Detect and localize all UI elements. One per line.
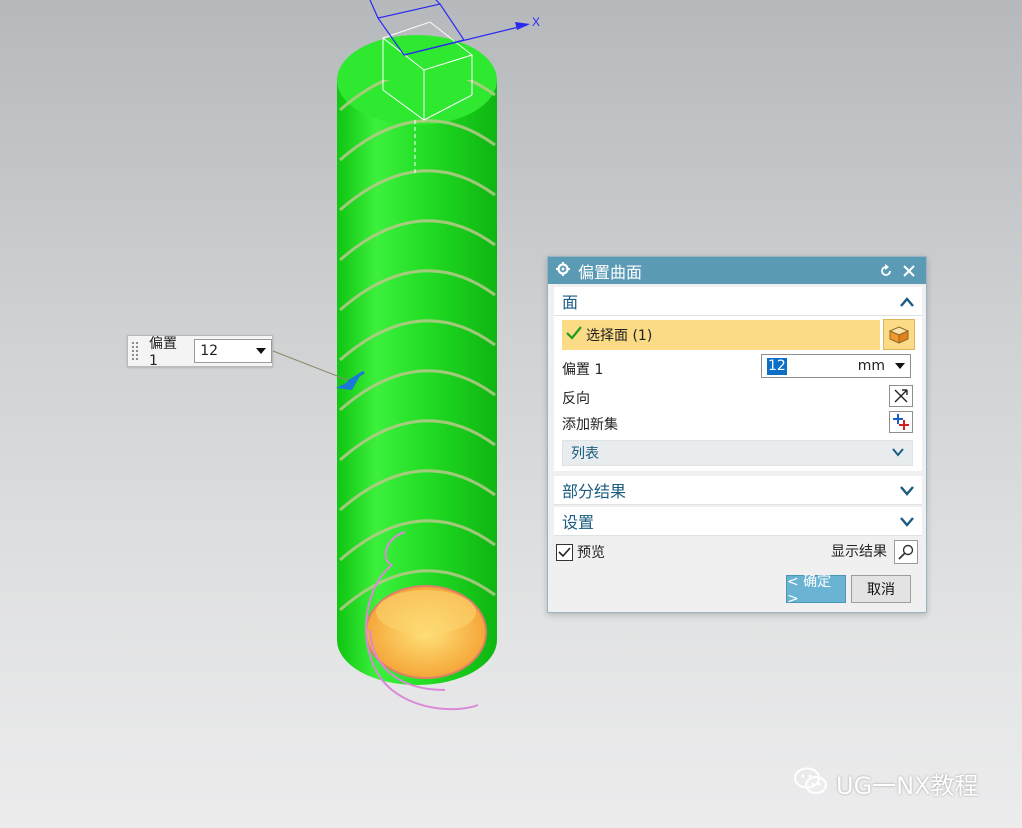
svg-text:X: X xyxy=(532,15,540,29)
preview-row: 预览 显示结果 xyxy=(556,540,918,564)
select-face-label: 选择面 (1) xyxy=(586,328,653,344)
dialog-title: 偏置曲面 xyxy=(578,262,643,282)
watermark-text: UG一NX教程 xyxy=(836,772,979,800)
reverse-direction-icon xyxy=(894,389,908,403)
select-face-row[interactable]: 选择面 (1) xyxy=(562,320,880,350)
list-label: 列表 xyxy=(571,446,599,462)
show-result-button[interactable] xyxy=(894,540,918,564)
offset-1-unit: mm xyxy=(857,358,885,374)
close-icon[interactable] xyxy=(900,262,918,280)
offset-1-label: 偏置 1 xyxy=(562,362,604,378)
section-face-title: 面 xyxy=(562,293,579,312)
add-new-set-button[interactable] xyxy=(889,411,913,433)
offset-surface-dialog: 偏置曲面 面 选择面 (1) 偏置 1 12 mm 反向 添加新集 列表 部分结… xyxy=(547,256,927,613)
drag-grip-icon[interactable] xyxy=(131,341,139,361)
chevron-up-icon[interactable] xyxy=(900,292,914,311)
show-result-label: 显示结果 xyxy=(831,544,887,560)
magnifier-icon xyxy=(898,544,914,560)
add-set-icon xyxy=(893,414,909,430)
section-settings-header[interactable]: 设置 xyxy=(554,507,922,536)
add-new-set-label: 添加新集 xyxy=(562,417,618,433)
offset-1-value[interactable]: 12 xyxy=(767,357,787,375)
ok-button[interactable]: < 确定 > xyxy=(786,574,846,607)
wechat-logo-icon xyxy=(794,767,828,801)
onscreen-offset-input[interactable]: 偏置 1 12 xyxy=(127,335,273,369)
gear-icon[interactable] xyxy=(556,261,570,280)
watermark: UG一NX教程 xyxy=(794,766,979,801)
section-face-body: 选择面 (1) 偏置 1 12 mm 反向 添加新集 列表 xyxy=(554,316,922,471)
chevron-down-icon[interactable] xyxy=(895,363,905,369)
onscreen-offset-field[interactable]: 12 xyxy=(194,339,272,363)
reverse-direction-button[interactable] xyxy=(889,385,913,407)
section-partial-results-header[interactable]: 部分结果 xyxy=(554,476,922,505)
dialog-titlebar[interactable]: 偏置曲面 xyxy=(548,257,926,284)
offset-1-field[interactable]: 12 mm xyxy=(761,354,911,378)
section-settings-title: 设置 xyxy=(562,513,595,532)
chevron-down-icon[interactable] xyxy=(900,481,914,500)
onscreen-offset-label: 偏置 1 xyxy=(148,336,177,369)
checkmark-icon xyxy=(566,326,582,344)
chevron-down-icon[interactable] xyxy=(256,348,266,354)
chevron-down-icon[interactable] xyxy=(900,512,914,531)
section-partial-results-title: 部分结果 xyxy=(562,482,627,501)
reverse-direction-label: 反向 xyxy=(562,391,590,407)
checkmark-icon xyxy=(558,546,571,557)
preview-label: 预览 xyxy=(577,545,605,561)
section-face-header[interactable]: 面 xyxy=(554,287,922,316)
list-expander[interactable]: 列表 xyxy=(562,440,913,466)
cylinder-bottom-face[interactable] xyxy=(365,585,487,679)
onscreen-offset-value[interactable]: 12 xyxy=(200,343,218,359)
face-select-icon[interactable] xyxy=(883,319,915,350)
x-axis-arrow: X xyxy=(515,15,540,30)
cancel-button[interactable]: 取消 xyxy=(851,575,911,603)
reset-icon[interactable] xyxy=(877,262,895,280)
preview-checkbox[interactable] xyxy=(556,543,573,561)
chevron-down-icon[interactable] xyxy=(892,445,904,461)
